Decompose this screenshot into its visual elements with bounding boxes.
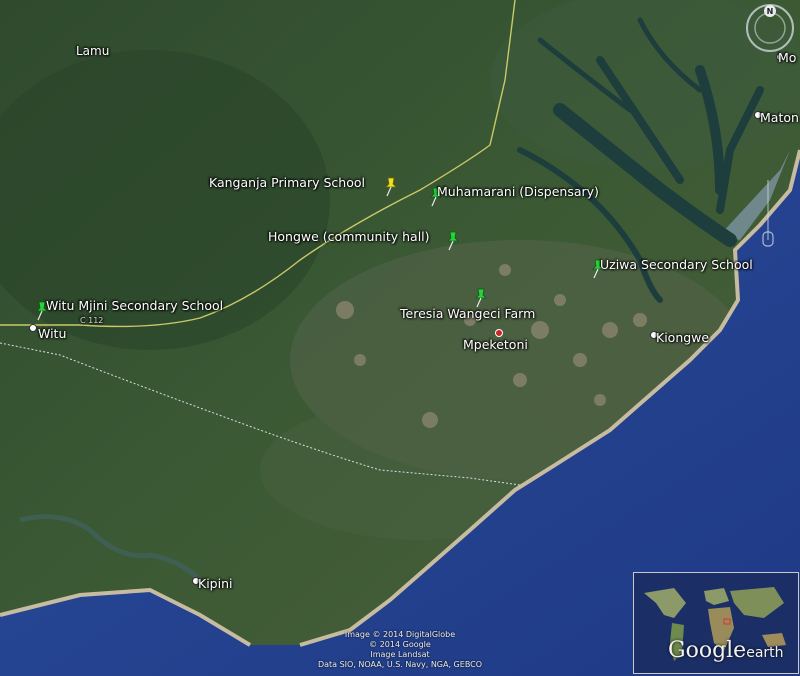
pushpin-green-icon[interactable] (443, 230, 461, 252)
placemark-label[interactable]: Witu Mjini Secondary School (46, 298, 223, 313)
credit-line: Image Landsat (370, 650, 430, 659)
place-label-mpeketoni[interactable]: Mpeketoni (463, 337, 528, 352)
placemark-label[interactable]: Kanganja Primary School (209, 175, 365, 190)
pushpin-yellow-icon[interactable] (381, 176, 399, 198)
placemark-label[interactable]: Muhamarani (Dispensary) (437, 184, 599, 199)
road-label-c112: C 112 (80, 316, 104, 325)
place-label-kiongwe[interactable]: Kiongwe (656, 330, 709, 345)
place-label-matondoni[interactable]: Maton (760, 110, 799, 125)
place-label-lamu[interactable]: Lamu (76, 44, 109, 58)
compass-icon[interactable]: N (744, 2, 796, 54)
place-label-kipini[interactable]: Kipini (198, 576, 232, 591)
place-label-witu[interactable]: Witu (38, 326, 66, 341)
placemark-label[interactable]: Uziwa Secondary School (600, 257, 753, 272)
logo-sub: earth (746, 645, 784, 661)
map-view[interactable]: Lamu Witu C 112 Mpeketoni Kiongwe Kipini… (0, 0, 800, 676)
town-marker-mpeketoni[interactable] (495, 329, 503, 337)
google-earth-logo: Googleearth (668, 638, 784, 663)
compass-north-label: N (767, 7, 774, 16)
logo-main: Google (668, 638, 747, 663)
credit-line: Data SIO, NOAA, U.S. Navy, NGA, GEBCO (317, 660, 483, 669)
zoom-slider[interactable] (762, 180, 774, 250)
town-marker-witu[interactable] (29, 324, 37, 332)
credit-line: Image © 2014 DigitalGlobe (344, 630, 456, 639)
placemark-label[interactable]: Teresia Wangeci Farm (400, 306, 535, 321)
credit-line: © 2014 Google (369, 640, 431, 649)
placemark-label[interactable]: Hongwe (community hall) (268, 229, 430, 244)
imagery-credits: Image © 2014 DigitalGlobe © 2014 Google … (300, 630, 500, 670)
